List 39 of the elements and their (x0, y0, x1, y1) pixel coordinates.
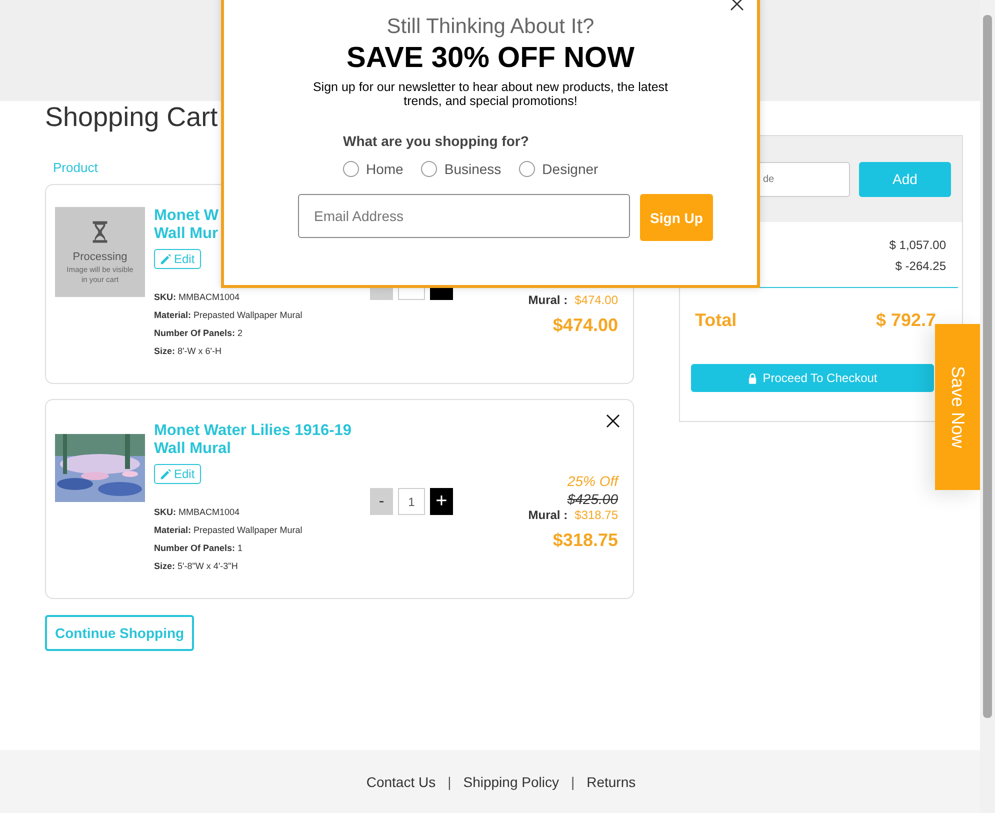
original-price: $425.00 (567, 491, 618, 508)
radio-option[interactable]: Home (343, 161, 404, 177)
radio-option[interactable]: Business (421, 161, 502, 177)
decrease-button[interactable]: - (370, 488, 393, 515)
radio-option[interactable]: Designer (519, 161, 598, 177)
amount-value: $ 1,057.00 (889, 238, 946, 252)
discount-label: 25% Off (567, 472, 618, 491)
price-label: Mural : (528, 293, 568, 307)
column-header: Product (53, 160, 98, 176)
page-title: Shopping Cart (45, 101, 218, 133)
processing-label: Processing (72, 251, 128, 263)
footer-link[interactable]: Contact Us (366, 774, 436, 790)
separator: | (448, 774, 452, 790)
footer-link[interactable]: Returns (586, 774, 636, 790)
item-total: $318.75 (552, 529, 618, 552)
unit-price: $318.75 (574, 508, 618, 522)
spec-line: Size: 8'-W x 6'-H (154, 345, 222, 358)
spec-line: Number Of Panels: 2 (154, 327, 244, 340)
spec-line: Number Of Panels: 1 (154, 542, 244, 555)
total-value: $ 792.7 (876, 310, 936, 331)
email-field[interactable]: Email Address (298, 194, 630, 238)
spec-line: SKU: MMBACM1004 (154, 291, 241, 304)
popup-subtitle: Still Thinking About It? (386, 14, 594, 40)
spec-line: Material: Prepasted Wallpaper Mural (154, 524, 302, 537)
popup-text: Sign up for our newsletter to hear about new products, the latest trends, and special promotions! (312, 80, 670, 108)
quantity-field[interactable]: 1 (398, 488, 425, 515)
spec-line: Size: 5'-8"W x 4'-3"H (154, 560, 239, 573)
footer-link[interactable]: Shipping Policy (463, 774, 559, 790)
separator: | (570, 774, 575, 790)
increase-button[interactable]: + (430, 488, 453, 515)
spec-line: Material: Prepasted Wallpaper Mural (154, 309, 302, 322)
amount-value: $ -264.25 (895, 259, 946, 273)
shopping-question: What are you shopping for? (343, 133, 529, 149)
total-label: Total (695, 310, 737, 331)
popup-headline: SAVE 30% OFF NOW (346, 41, 634, 76)
spec-line: SKU: MMBACM1004 (154, 506, 241, 519)
price-label: Mural : (528, 508, 568, 522)
item-total: $474.00 (552, 314, 618, 337)
unit-price: $474.00 (574, 293, 618, 307)
